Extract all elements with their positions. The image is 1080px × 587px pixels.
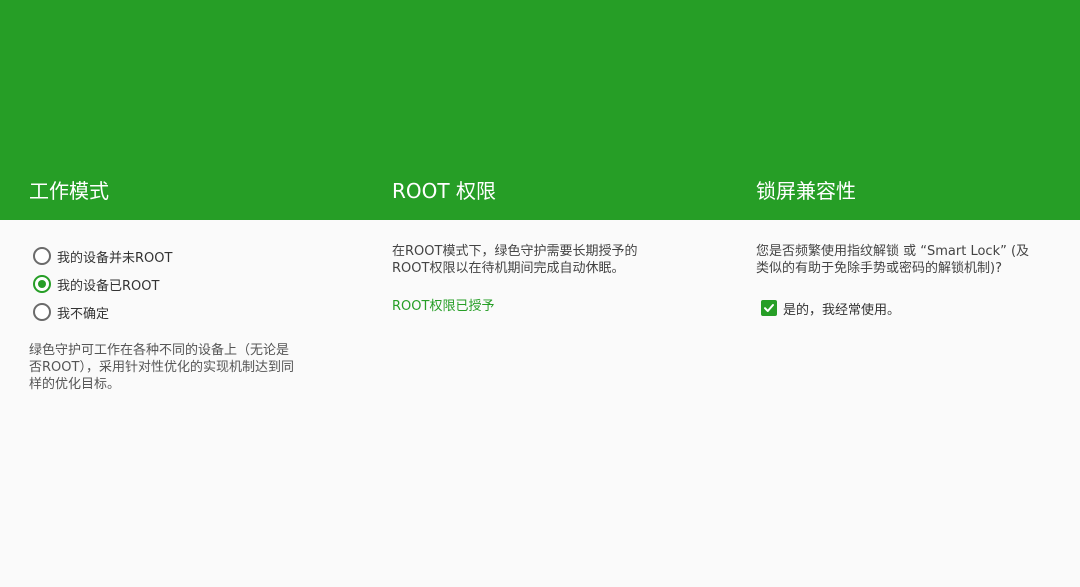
radio-button-icon[interactable] [33,247,51,265]
checkbox-label: 是的，我经常使用。 [783,302,901,318]
radio-button-checked-icon[interactable] [33,275,51,293]
radio-option-not-rooted[interactable]: 我的设备并未ROOT [33,245,172,267]
lock-screen-question: 您是否频繁使用指纹解锁 或 “Smart Lock” (及 类似的有助于免除手势… [756,243,1056,277]
checkbox-checked-icon[interactable] [761,300,777,316]
description-line: 否ROOT），采用针对性优化的实现机制达到同 [29,360,294,375]
description-line: ROOT权限以在待机期间完成自动休眠。 [392,261,625,276]
radio-label: 我的设备已ROOT [57,278,160,294]
column-title-work-mode: 工作模式 [29,179,109,203]
column-title-lock-screen: 锁屏兼容性 [756,179,856,203]
description-line: 绿色守护可工作在各种不同的设备上（无论是 [29,343,290,358]
frequent-unlock-checkbox-row[interactable]: 是的，我经常使用。 [761,299,901,318]
radio-label: 我的设备并未ROOT [57,250,173,266]
radio-button-icon[interactable] [33,303,51,321]
checkmark-icon [764,304,774,312]
radio-option-not-sure[interactable]: 我不确定 [33,301,109,323]
radio-option-rooted[interactable]: 我的设备已ROOT [33,273,159,295]
question-line: 您是否频繁使用指纹解锁 或 “Smart Lock” (及 [756,244,1030,259]
header-bar [0,0,1080,220]
description-line: 样的优化目标。 [29,377,121,392]
column-title-root-permission: ROOT 权限 [392,179,496,203]
radio-label: 我不确定 [57,306,110,322]
description-line: 在ROOT模式下，绿色守护需要长期授予的 [392,244,638,259]
work-mode-description: 绿色守护可工作在各种不同的设备上（无论是 否ROOT），采用针对性优化的实现机制… [29,342,329,393]
question-line: 类似的有助于免除手势或密码的解锁机制)? [756,261,1002,276]
root-permission-granted-link[interactable]: ROOT权限已授予 [392,295,494,314]
root-permission-description: 在ROOT模式下，绿色守护需要长期授予的 ROOT权限以在待机期间完成自动休眠。 [392,243,692,277]
